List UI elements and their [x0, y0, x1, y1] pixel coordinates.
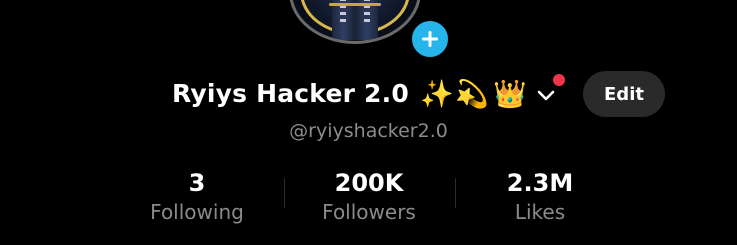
- avatar-belt: [329, 3, 381, 6]
- username-handle: @ryiyshacker2.0: [289, 120, 448, 142]
- display-name: Ryiys Hacker 2.0: [172, 79, 409, 108]
- avatar-image: [300, 0, 410, 40]
- stat-label: Following: [150, 200, 244, 224]
- stat-label: Likes: [514, 200, 566, 224]
- avatar-figure: [332, 0, 378, 40]
- edit-profile-button[interactable]: Edit: [583, 71, 665, 117]
- add-avatar-button[interactable]: [409, 18, 451, 60]
- stat-value: 200K: [334, 169, 404, 197]
- plus-icon: [422, 31, 438, 47]
- divider: [455, 178, 456, 208]
- avatar[interactable]: [289, 0, 421, 44]
- sparkles-icon: ✨: [420, 79, 454, 110]
- stat-value: 3: [188, 169, 206, 197]
- divider: [284, 178, 285, 208]
- crown-icon: 👑: [493, 79, 527, 110]
- stat-label: Followers: [322, 200, 416, 224]
- chevron-down-icon[interactable]: [535, 84, 557, 106]
- stat-following[interactable]: 3 Following: [130, 168, 264, 226]
- stat-likes[interactable]: 2.3M Likes: [474, 168, 606, 226]
- notification-dot: [553, 74, 565, 86]
- dizzy-star-icon: 💫: [455, 79, 489, 110]
- stat-followers[interactable]: 200K Followers: [304, 168, 434, 226]
- stat-value: 2.3M: [506, 169, 574, 197]
